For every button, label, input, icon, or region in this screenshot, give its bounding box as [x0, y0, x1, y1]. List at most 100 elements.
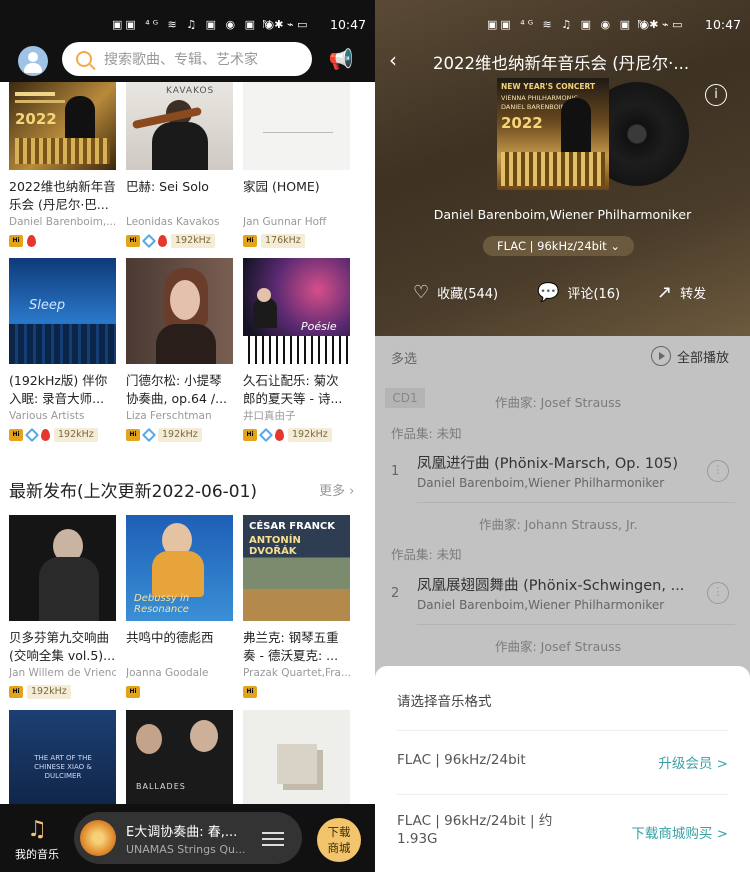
hot-icon [27, 235, 36, 247]
cover-year: 2022 [15, 110, 57, 128]
search-icon [76, 51, 92, 67]
divider [417, 502, 735, 503]
status-icons: ▣▣ ⁴ᴳ ≋ ♫ ▣ ◉ ▣ ◉ [112, 18, 278, 31]
album-card[interactable]: 2022 2022维也纳新年音乐会 (丹尼尔·巴... Daniel Baren… [9, 82, 116, 249]
album-grid-row-4: THE ART OF THE CHINESE XIAO & DULCIMER B… [9, 710, 350, 810]
album-artist: Jan Willem de Vriend [9, 667, 116, 679]
download-label: 下载 [327, 825, 351, 839]
cover-text: CÉSAR FRANCK [249, 521, 336, 532]
hot-icon [158, 235, 167, 247]
music-note-icon: ♫ [27, 817, 47, 842]
download-store-button[interactable]: 下载 商城 [317, 818, 361, 862]
composer-label: 作曲家: Josef Strauss [495, 639, 622, 654]
favorite-button[interactable]: ♡ 收藏(544) [413, 282, 498, 303]
album-artist: Liza Ferschtman [126, 410, 212, 422]
more-icon[interactable]: ⋮ [707, 582, 729, 604]
action-bar: ♡ 收藏(544) 💬 评论(16) ↗ 转发 [375, 282, 750, 306]
quality-badges: Hi [243, 684, 350, 700]
cover-text: BALLADES [136, 782, 186, 791]
playlist-icon[interactable] [262, 828, 284, 848]
megaphone-icon[interactable]: 📢 [326, 46, 356, 72]
status-icons: ▣▣ ⁴ᴳ ≋ ♫ ▣ ◉ ▣ ◉ [487, 18, 653, 31]
album-card[interactable]: Debussy in Resonance 共鸣中的德彪西 Joanna Good… [126, 515, 233, 700]
album-title: 弗兰克: 钢琴五重奏 - 德沃夏克: ... [243, 630, 339, 663]
cover-text: NEW YEAR'S CONCERT [501, 82, 596, 91]
comment-button[interactable]: 💬 评论(16) [537, 282, 620, 303]
now-playing-title: E大调协奏曲: 春,... [126, 824, 238, 840]
album-cover [126, 258, 233, 364]
album-card[interactable]: CÉSAR FRANCK ANTONÍN DVOŘÁK 弗兰克: 钢琴五重奏 -… [243, 515, 350, 700]
play-all-button[interactable]: 全部播放 [651, 346, 729, 366]
divider [397, 794, 728, 795]
upgrade-vip-link[interactable]: 升级会员 > [658, 752, 728, 772]
format-option[interactable]: FLAC | 96kHz/24bit | 约 1.93G 下载商城购买 > [375, 794, 750, 854]
composer-label: 作曲家: Josef Strauss [495, 395, 622, 410]
khz-badge: 192kHz [158, 428, 202, 442]
cover-text: DANIEL BARENBOIM [501, 103, 567, 111]
format-selector[interactable]: FLAC | 96kHz/24bit ⌄ [483, 236, 634, 256]
more-icon[interactable]: ⋮ [707, 460, 729, 482]
heart-icon: ♡ [413, 282, 430, 303]
multi-select-button[interactable]: 多选 [391, 348, 417, 367]
search-input[interactable]: 搜索歌曲、专辑、艺术家 [62, 42, 312, 76]
album-card[interactable]: 门德尔松: 小提琴协奏曲, op.64 /... Liza Ferschtman… [126, 258, 233, 443]
hires-icon: Hi [243, 235, 257, 247]
work-label: 作品集: 未知 [391, 426, 462, 441]
info-icon[interactable]: i [705, 84, 727, 106]
album-artist: Daniel Barenboim,... [9, 216, 116, 228]
album-card[interactable]: 家园 (HOME) Jan Gunnar Hoff Hi 176kHz [243, 82, 350, 249]
album-card[interactable]: 贝多芬第九交响曲 (交响全集 vol.5)... Jan Willem de V… [9, 515, 116, 700]
cover-text: Poésie [301, 320, 337, 333]
album-title: 2022维也纳新年音乐会 (丹尼尔·... [433, 54, 690, 73]
hires-icon: Hi [243, 686, 257, 698]
mini-player[interactable]: E大调协奏曲: 春,... UNAMAS Strings Qu... [74, 812, 302, 864]
album-card[interactable]: BALLADES [126, 710, 233, 810]
more-link[interactable]: 更多 › [319, 480, 354, 499]
hot-icon [41, 429, 50, 441]
share-button[interactable]: ↗ 转发 [657, 282, 706, 303]
track-number: 1 [391, 464, 400, 479]
album-title: 家园 (HOME) [243, 179, 320, 194]
right-screen: ▣▣ ⁴ᴳ ≋ ♫ ▣ ◉ ▣ ◉ ℕ ✱ ⌁ ▭ 10:47 ‹ 2022维也… [375, 0, 750, 872]
cover-text: KAVAKOS [166, 86, 215, 96]
my-music-label: 我的音乐 [15, 848, 59, 861]
album-cover [9, 515, 116, 621]
quality-badges: Hi [126, 684, 233, 700]
album-artist: Jan Gunnar Hoff [243, 216, 327, 228]
hot-icon [275, 429, 284, 441]
khz-badge: 192kHz [288, 428, 332, 442]
khz-badge: 192kHz [27, 685, 71, 699]
quality-badges: Hi [9, 233, 116, 249]
cover-text: Debussy in Resonance [134, 593, 190, 615]
hires-icon: Hi [9, 686, 23, 698]
album-title: (192kHz版) 伴你入眠: 录音大师... [9, 373, 108, 406]
now-playing-artist: UNAMAS Strings Qu... [126, 842, 246, 856]
track-artist: Daniel Barenboim,Wiener Philharmoniker [417, 476, 665, 490]
cd-tag: CD1 [385, 388, 425, 408]
album-cover: NEW YEAR'S CONCERT VIENNA PHILHARMONIC D… [497, 78, 609, 190]
album-title: 巴赫: Sei Solo [126, 179, 209, 194]
album-card[interactable]: Poésie 久石让配乐: 菊次郎的夏天等 - 诗... 井口真由子 Hi 192… [243, 258, 350, 443]
status-time: 10:47 [705, 17, 742, 32]
album-title: 贝多芬第九交响曲 (交响全集 vol.5)... [9, 630, 116, 663]
album-card[interactable]: Sleep (192kHz版) 伴你入眠: 录音大师... Various Ar… [9, 258, 116, 443]
favorite-label: 收藏(544) [437, 287, 499, 302]
format-sheet: 请选择音乐格式 FLAC | 96kHz/24bit 升级会员 > FLAC |… [375, 666, 750, 872]
avatar[interactable] [18, 46, 48, 76]
status-icons-right: ℕ ✱ ⌁ ▭ [262, 18, 308, 31]
back-icon[interactable]: ‹ [389, 48, 397, 72]
my-music-tab[interactable]: ♫ 我的音乐 [12, 818, 62, 862]
album-card[interactable]: THE ART OF THE CHINESE XIAO & DULCIMER [9, 710, 116, 810]
buy-in-store-link[interactable]: 下载商城购买 > [631, 822, 728, 842]
album-card[interactable]: KAVAKOS 巴赫: Sei Solo Leonidas Kavakos Hi… [126, 82, 233, 249]
diamond-icon [141, 233, 157, 249]
section-title: 最新发布(上次更新2022-06-01) [9, 482, 258, 502]
track-title: 凤凰进行曲 (Phönix-Marsch, Op. 105) [417, 456, 679, 472]
format-option-name: FLAC | 96kHz/24bit [397, 752, 526, 768]
album-cover: CÉSAR FRANCK ANTONÍN DVOŘÁK [243, 515, 350, 621]
composer-label: 作曲家: Johann Strauss, Jr. [479, 517, 638, 532]
album-card[interactable] [243, 710, 350, 810]
cover-text: Sleep [29, 298, 66, 313]
quality-badges: Hi 192kHz [9, 684, 116, 700]
format-option[interactable]: FLAC | 96kHz/24bit 升级会员 > [375, 730, 750, 790]
